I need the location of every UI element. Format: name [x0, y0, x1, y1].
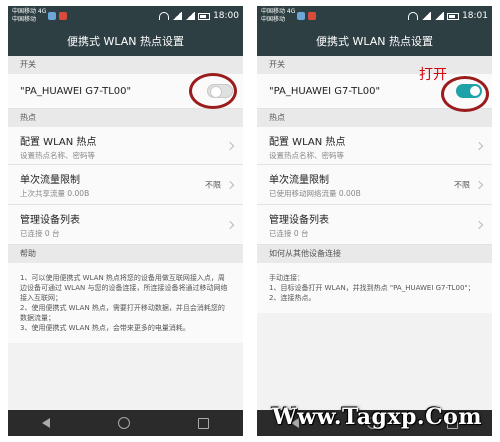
section-header-help: 帮助	[8, 245, 243, 263]
page-title: 便携式 WLAN 热点设置	[8, 28, 243, 56]
annotation-open: 打开	[419, 67, 447, 83]
home-icon[interactable]	[118, 417, 130, 429]
config-hotspot-row[interactable]: 配置 WLAN 热点 设置热点名称、密码等	[257, 127, 492, 165]
carrier-text: 中国移动 4G 中国移动	[12, 8, 47, 23]
signal-icon	[185, 12, 196, 20]
back-icon[interactable]	[42, 418, 50, 428]
signal-icon	[421, 12, 432, 20]
carrier-text: 中国移动 4G 中国移动	[261, 8, 296, 23]
navigation-bar	[8, 410, 243, 436]
section-header-hotspot: 热点	[8, 109, 243, 127]
recent-apps-icon[interactable]	[198, 417, 209, 429]
clock: 18:01	[462, 11, 488, 21]
config-hotspot-row[interactable]: 配置 WLAN 热点 设置热点名称、密码等	[8, 127, 243, 165]
wifi-icon	[159, 12, 170, 20]
limit-value: 不限	[454, 180, 470, 189]
app-notification-icon	[308, 12, 316, 20]
picture-icon	[297, 12, 305, 20]
highlight-ring-right	[441, 76, 489, 112]
app-notification-icon	[59, 12, 67, 20]
battery-icon	[447, 12, 460, 20]
manage-devices-row[interactable]: 管理设备列表 已连接 0 台	[257, 205, 492, 245]
manage-devices-row[interactable]: 管理设备列表 已连接 0 台	[8, 205, 243, 245]
page-title: 便携式 WLAN 热点设置	[257, 28, 492, 56]
status-bar: 中国移动 4G 中国移动 18:00	[8, 6, 243, 28]
signal-icon	[172, 12, 183, 20]
right-screen: 中国移动 4G 中国移动 18:01 便携式 WLAN 热点设置 开关 "PA_…	[257, 6, 492, 436]
left-screen: 中国移动 4G 中国移动 18:00 便携式 WLAN 热点设置 开关 "PA_…	[8, 6, 243, 436]
wifi-icon	[408, 12, 419, 20]
watermark: Www.Tagxp.Com	[272, 404, 483, 430]
help-text: 1、可以使用便携式 WLAN 热点将您的设备用做互联网接入点，周边设备可通过 W…	[8, 263, 243, 343]
clock: 18:00	[213, 11, 239, 21]
highlight-ring-left	[189, 73, 237, 109]
connect-instructions: 手动连接： 1、目标设备打开 WLAN，并找到热点 "PA_HUAWEI G7-…	[257, 263, 492, 313]
signal-icon	[434, 12, 445, 20]
section-header-switch: 开关	[8, 56, 243, 74]
limit-value: 不限	[205, 180, 221, 189]
battery-icon	[198, 12, 211, 20]
section-header-hotspot: 热点	[257, 109, 492, 127]
section-header-switch: 开关	[257, 56, 492, 74]
data-limit-row[interactable]: 单次流量限制 已使用移动网络流量 0.00B 不限	[257, 165, 492, 205]
section-header-connect: 如何从其他设备连接	[257, 245, 492, 263]
status-bar: 中国移动 4G 中国移动 18:01	[257, 6, 492, 28]
data-limit-row[interactable]: 单次流量限制 上次共享流量 0.00B 不限	[8, 165, 243, 205]
picture-icon	[48, 12, 56, 20]
